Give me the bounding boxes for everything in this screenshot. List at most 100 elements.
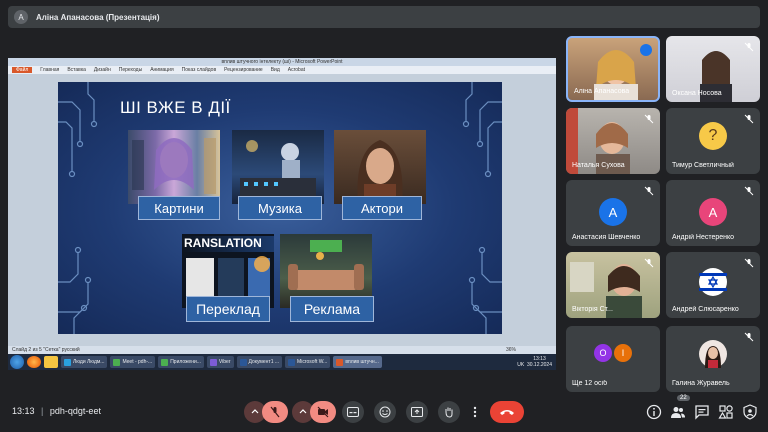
slide: ШІ ВЖЕ В ДІЇ Картини Музика Актори RANSL… (58, 82, 502, 334)
avatar: А (699, 198, 727, 226)
explorer-icon (44, 356, 58, 368)
participant-name: Наталья Сухова (572, 162, 625, 169)
people-icon[interactable] (670, 404, 686, 420)
mic-off-icon (744, 332, 754, 342)
taskbar-task: Microsoft W... (285, 356, 331, 368)
circuit-decoration (462, 82, 502, 334)
raise-hand-button[interactable] (438, 401, 460, 423)
participant-name: Тимур Светличный (672, 162, 734, 169)
caption-pictures: Картини (138, 196, 220, 220)
hang-up-icon (500, 410, 514, 415)
taskbar-task: Люди Людм... (61, 356, 108, 368)
ppt-status-bar: Слайд 2 из 5 "Сетка" русский 36% (8, 346, 556, 354)
pictures-image (128, 130, 220, 204)
chevron-up-icon (251, 409, 259, 414)
chrome-icon (113, 358, 121, 366)
participant-tile[interactable]: ? Тимур Светличный (666, 108, 760, 174)
presentation-title: Аліна Апанасова (Презентація) (36, 12, 160, 22)
ppt-tab: Главная (40, 67, 60, 73)
participant-tile[interactable]: Аліна Апанасова (566, 36, 660, 102)
actors-illustration (357, 140, 403, 204)
participant-tile[interactable]: Вікторія Ст... (566, 252, 660, 318)
participant-tile[interactable]: Галина Журавель (666, 326, 760, 392)
meeting-info: 13:13 | pdh-qdgt-eet (12, 406, 101, 416)
actors-image (334, 130, 426, 204)
mic-off-icon (644, 258, 654, 268)
info-icon[interactable] (646, 404, 662, 420)
chrome-icon (161, 358, 169, 366)
taskbar-task: Viber (206, 356, 234, 368)
activities-icon[interactable] (718, 404, 734, 420)
firefox-icon (27, 356, 41, 368)
present-screen-icon (411, 407, 423, 417)
shared-screen: вплив штучного інтелекту (ші) - Microsof… (8, 58, 556, 370)
word-icon (288, 358, 296, 366)
meeting-time: 13:13 (12, 406, 35, 416)
taskbar-task-active: вплив штучн... (333, 356, 382, 368)
tray-date: 30.12.2024 (526, 362, 552, 368)
presenter-avatar: A (14, 10, 28, 24)
ppt-tab: Вид (270, 67, 280, 73)
more-options-button[interactable] (468, 401, 482, 423)
chat-icon[interactable] (694, 404, 710, 420)
windows-taskbar: Люди Людм... Meet - pdh-... Приложени...… (8, 354, 556, 370)
leave-call-button[interactable] (490, 401, 524, 423)
mic-off-icon (744, 186, 754, 196)
avatar (699, 340, 727, 368)
thinking-emoji-avatar: ? (699, 122, 727, 150)
avatar: А (599, 198, 627, 226)
meeting-controls-bar: 13:13 | pdh-qdgt-eet 22 (0, 392, 768, 432)
ppt-tab: Переходы (118, 67, 143, 73)
participant-name: Вікторія Ст... (572, 306, 613, 313)
ppt-tab: Показ слайдов (181, 67, 217, 73)
caption-actors: Актори (342, 196, 422, 220)
ppt-tab: Вставка (67, 67, 86, 73)
host-controls-icon[interactable] (742, 404, 758, 420)
more-participants-tile[interactable]: О І Ще 12 осіб (566, 326, 660, 392)
participant-name: Анастасия Шевченко (572, 234, 641, 241)
meeting-separator: | (41, 406, 44, 416)
participant-tile[interactable]: А Анастасия Шевченко (566, 180, 660, 246)
caption-ads: Реклама (290, 296, 374, 322)
hand-icon (445, 407, 453, 418)
pictures-illustration (132, 138, 216, 194)
mic-off-icon (644, 114, 654, 124)
participant-name: Оксана Носова (672, 90, 722, 97)
mic-off-icon (744, 258, 754, 268)
avatar: О (594, 344, 612, 362)
taskbar-task: Meet - pdh-... (110, 356, 156, 368)
mic-toggle-button[interactable] (262, 401, 288, 423)
tray-lang: UK (517, 362, 525, 368)
participant-tile[interactable]: Наталья Сухова (566, 108, 660, 174)
participant-count-badge: 22 (677, 395, 690, 401)
mic-off-icon (744, 42, 754, 52)
caption-translation: Переклад (186, 296, 270, 322)
speaking-indicator-icon (640, 44, 652, 56)
ppt-slide-status: Слайд 2 из 5 "Сетка" русский (12, 347, 80, 353)
ppt-editing-area: ШІ ВЖЕ В ДІЇ Картини Музика Актори RANSL… (8, 74, 556, 346)
presenter-bar: A Аліна Апанасова (Презентація) (8, 6, 760, 28)
taskbar-task: Документ1 ... (236, 356, 283, 368)
system-tray: UK 13:13 30.12.2024 (517, 356, 556, 368)
windows-start-icon (10, 355, 24, 369)
reactions-button[interactable] (374, 401, 396, 423)
participant-name: Андрій Нестеренко (672, 234, 735, 241)
present-button[interactable] (406, 401, 428, 423)
captions-button[interactable] (342, 401, 364, 423)
translation-banner: RANSLATION (182, 236, 274, 252)
participant-tile[interactable]: Андрей Слюсаренко (666, 252, 760, 318)
participant-name: Аліна Апанасова (574, 88, 630, 95)
chevron-up-icon (299, 409, 307, 414)
ppt-ribbon-tabs: Файл Главная Вставка Дизайн Переходы Ани… (8, 66, 556, 74)
music-illustration (240, 140, 316, 196)
avatar: І (614, 344, 632, 362)
slide-title: ШІ ВЖЕ В ДІЇ (120, 98, 231, 117)
star-of-david-icon (699, 273, 727, 291)
ppt-window-title: вплив штучного інтелекту (ші) - Microsof… (8, 58, 556, 66)
participant-tile[interactable]: А Андрій Нестеренко (666, 180, 760, 246)
mic-off-icon (744, 114, 754, 124)
more-vert-icon (473, 406, 477, 418)
ppt-tab: Дизайн (93, 67, 111, 73)
camera-toggle-button[interactable] (310, 401, 336, 423)
participant-tile[interactable]: Оксана Носова (666, 36, 760, 102)
